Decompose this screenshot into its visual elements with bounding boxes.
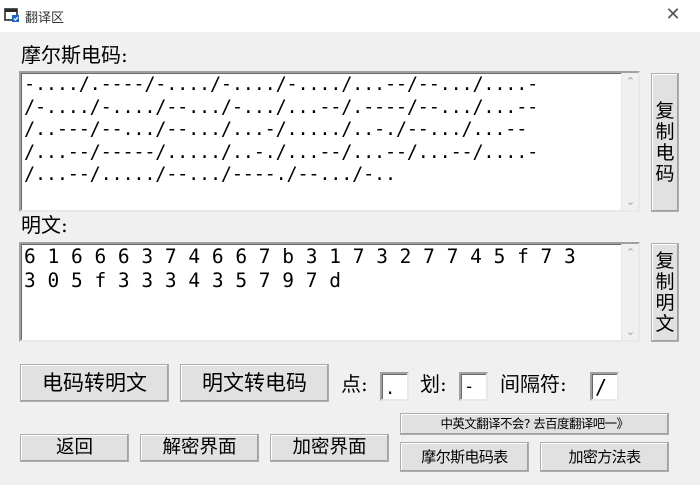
close-icon[interactable]: ✕ (664, 5, 682, 25)
copy-morse-button[interactable]: 复 制 电 码 (651, 73, 679, 212)
morse-to-plaintext-button[interactable]: 电码转明文 (20, 364, 169, 402)
scroll-down-icon[interactable]: ⌄ (622, 323, 639, 340)
morse-line: /-..../-..../--.../-.../...--/.----/--..… (24, 96, 539, 118)
plaintext-label: 明文: (21, 213, 68, 237)
copy-plaintext-char: 文 (655, 312, 675, 335)
copy-plaintext-char: 复 (655, 249, 675, 272)
copy-morse-char: 制 (655, 120, 675, 143)
decrypt-screen-button[interactable]: 解密界面 (140, 434, 259, 462)
plaintext-to-morse-button[interactable]: 明文转电码 (180, 364, 329, 402)
encryption-methods-button[interactable]: 加密方法表 (540, 442, 669, 472)
dot-label: 点: (341, 372, 368, 396)
copy-morse-char: 电 (655, 141, 675, 164)
morse-textarea[interactable]: -..../.----/-..../-..../-..../...--/--..… (19, 71, 640, 212)
plaintext-scrollbar[interactable]: ⌃ ⌄ (621, 244, 638, 340)
scroll-down-icon[interactable]: ⌄ (622, 193, 639, 210)
morse-line: /...--/-----/...../..-./...--/...--/...-… (24, 141, 539, 163)
morse-scrollbar[interactable]: ⌃ ⌄ (621, 73, 638, 210)
morse-label: 摩尔斯电码: (21, 43, 128, 67)
copy-morse-char: 码 (655, 162, 675, 185)
dot-input[interactable]: . (380, 372, 409, 401)
morse-line: /...--/...../--.../----./--.../-.. (24, 164, 396, 186)
copy-plaintext-char: 明 (655, 291, 675, 314)
window-title: 翻译区 (25, 11, 65, 26)
dash-label: 划: (420, 372, 447, 396)
morse-table-button[interactable]: 摩尔斯电码表 (400, 442, 529, 472)
baidu-translate-button[interactable]: 中英文翻译不会? 去百度翻译吧一》 (400, 413, 669, 435)
scroll-up-icon[interactable]: ⌃ (622, 73, 639, 90)
morse-line: /..---/--.../--.../...-/...../..-./--...… (24, 119, 528, 141)
back-button[interactable]: 返回 (20, 434, 129, 462)
dash-input[interactable]: - (459, 372, 488, 401)
copy-plaintext-char: 制 (655, 270, 675, 293)
plaintext-line: 3 0 5 f 3 3 3 4 3 5 7 9 7 d (24, 269, 341, 292)
morse-content: -..../.----/-..../-..../-..../...--/--..… (24, 74, 616, 210)
morse-line: -..../.----/-..../-..../-..../...--/--..… (24, 74, 539, 95)
copy-morse-char: 复 (655, 99, 675, 122)
scroll-up-icon[interactable]: ⌃ (622, 244, 639, 261)
plaintext-content: 6 1 6 6 6 3 7 4 6 6 7 b 3 1 7 3 2 7 7 4 … (24, 245, 616, 340)
title-bar: 翻译区 ✕ (0, 0, 700, 32)
plaintext-line: 6 1 6 6 6 3 7 4 6 6 7 b 3 1 7 3 2 7 7 4 … (24, 245, 576, 268)
copy-plaintext-button[interactable]: 复 制 明 文 (651, 243, 679, 342)
plaintext-textarea[interactable]: 6 1 6 6 6 3 7 4 6 6 7 b 3 1 7 3 2 7 7 4 … (19, 242, 640, 342)
app-icon (4, 8, 19, 22)
encrypt-screen-button[interactable]: 加密界面 (270, 434, 389, 462)
separator-label: 间隔符: (500, 372, 567, 396)
separator-input[interactable]: / (590, 372, 619, 401)
